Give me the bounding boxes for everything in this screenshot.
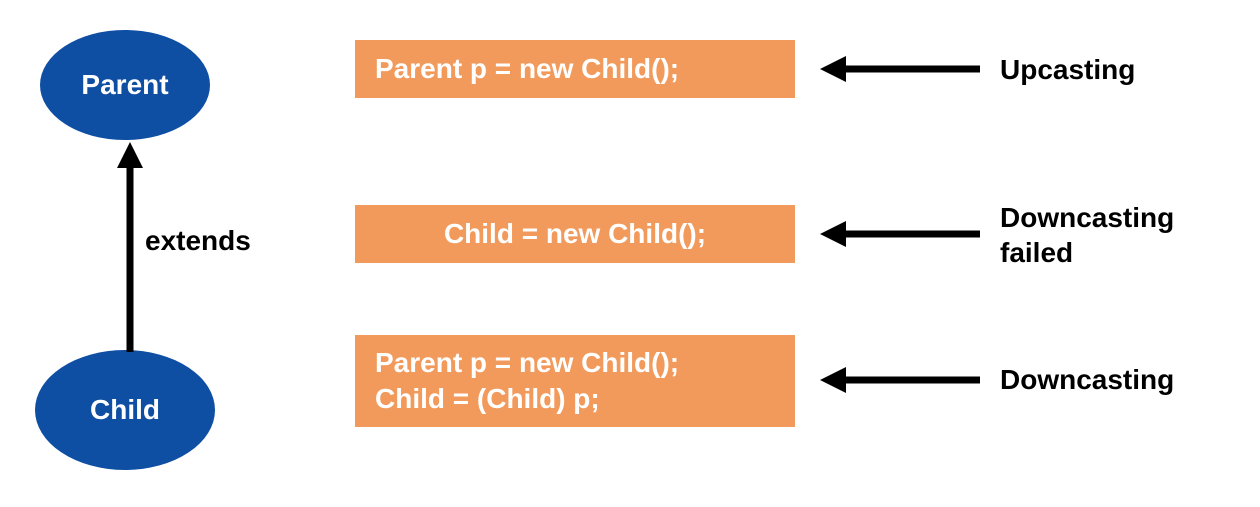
upcasting-arrow-icon (820, 54, 980, 84)
child-class-node: Child (35, 350, 215, 470)
extends-arrow-icon (115, 142, 145, 357)
extends-label: extends (145, 225, 251, 257)
parent-class-label: Parent (81, 69, 168, 101)
downcasting-label: Downcasting (1000, 362, 1174, 397)
upcasting-code-text: Parent p = new Child(); (375, 51, 775, 87)
downcasting-code-line2: Child = (Child) p; (375, 381, 775, 417)
downcasting-code-box: Parent p = new Child(); Child = (Child) … (355, 335, 795, 427)
downcasting-failed-label-line2: failed (1000, 237, 1073, 268)
downcasting-failed-code-box: Child = new Child(); (355, 205, 795, 263)
downcasting-failed-label: Downcasting failed (1000, 200, 1174, 270)
downcasting-failed-code-text: Child = new Child(); (444, 216, 706, 252)
downcasting-failed-arrow-icon (820, 219, 980, 249)
downcasting-arrow-icon (820, 365, 980, 395)
parent-class-node: Parent (40, 30, 210, 140)
upcasting-code-box: Parent p = new Child(); (355, 40, 795, 98)
downcasting-code-line1: Parent p = new Child(); (375, 345, 775, 381)
child-class-label: Child (90, 394, 160, 426)
upcasting-label: Upcasting (1000, 52, 1135, 87)
downcasting-failed-label-line1: Downcasting (1000, 202, 1174, 233)
